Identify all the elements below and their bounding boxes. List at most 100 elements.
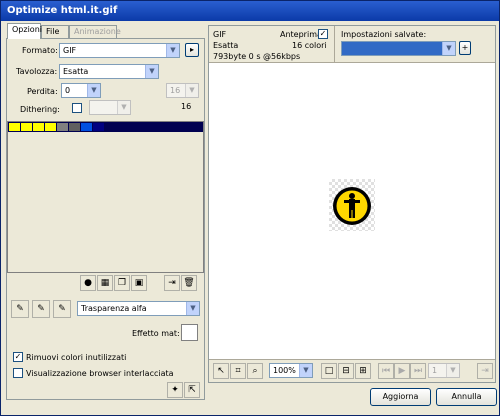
saved-settings-label: Impostazioni salvate: xyxy=(341,30,427,39)
palette-swatch[interactable] xyxy=(33,123,44,131)
divider xyxy=(334,26,335,62)
loss-label: Perdita: xyxy=(27,87,58,96)
transparency-value: Trasparenza alfa xyxy=(81,304,147,313)
zoom-tool[interactable]: ⌕ xyxy=(247,363,263,379)
palette-swatch[interactable] xyxy=(81,123,92,131)
format-label: Formato: xyxy=(22,46,58,55)
format-options-button[interactable]: ▸ xyxy=(185,43,199,57)
zoom-icon: ⌕ xyxy=(252,366,258,376)
preview-label: Anteprima xyxy=(280,30,322,39)
palette-swatch[interactable] xyxy=(69,123,80,131)
first-frame-button[interactable]: ⏮ xyxy=(378,363,394,379)
eyedropper-button[interactable]: ✎ xyxy=(11,300,29,318)
last-frame-icon: ⏭ xyxy=(413,366,423,376)
wand-icon: ✦ xyxy=(171,385,179,395)
chevron-down-icon: ▼ xyxy=(442,42,455,55)
divider xyxy=(209,62,495,63)
dithering-checkbox[interactable] xyxy=(72,103,82,113)
frame-value: 1 xyxy=(432,366,438,375)
remove-unused-checkbox[interactable]: ✓ xyxy=(13,352,23,362)
eyedropper-plus-icon: ✎ xyxy=(37,304,45,314)
view-split-button[interactable]: ⊟ xyxy=(338,363,354,379)
eyedropper-remove-button[interactable]: ✎ xyxy=(53,300,71,318)
plus-icon: + xyxy=(461,43,469,52)
palette-import-button[interactable]: ⇥ xyxy=(164,275,180,291)
colors-select[interactable]: 16 ▼ xyxy=(166,83,199,98)
tab-label: Animazione xyxy=(74,27,121,36)
crop-tool[interactable]: ⌗ xyxy=(230,363,246,379)
chevron-down-icon: ▼ xyxy=(186,302,199,315)
transparency-select[interactable]: Trasparenza alfa ▼ xyxy=(77,301,200,316)
loop-button[interactable]: ⇥ xyxy=(477,363,493,379)
update-button[interactable]: Aggiorna xyxy=(370,388,431,406)
interlaced-checkbox[interactable] xyxy=(13,368,23,378)
palette-delete-button[interactable]: 🗑 xyxy=(181,275,197,291)
cancel-label: Annulla xyxy=(451,392,482,401)
view-single-button[interactable]: □ xyxy=(321,363,337,379)
tab-opzioni[interactable]: Opzioni xyxy=(7,23,42,39)
interlaced-label: Visualizzazione browser interlacciata xyxy=(26,369,174,378)
first-frame-icon: ⏮ xyxy=(381,366,391,376)
zoom-select[interactable]: 100% ▼ xyxy=(269,363,313,378)
loss-select[interactable]: 0 ▼ xyxy=(61,83,101,98)
palette-label: Tavolozza: xyxy=(16,67,58,76)
copy-icon: ❐ xyxy=(117,278,127,288)
pointer-icon: ↖ xyxy=(217,366,225,376)
colors-count: 16 xyxy=(181,102,192,111)
palette-swatch[interactable] xyxy=(57,123,68,131)
palette-swatch[interactable] xyxy=(9,123,20,131)
preview-colors: 16 colori xyxy=(292,41,327,50)
update-label: Aggiorna xyxy=(382,392,419,401)
palette-grid-button[interactable]: ▦ xyxy=(97,275,113,291)
lock-icon: ▣ xyxy=(134,278,144,288)
palette-copy-button[interactable]: ❐ xyxy=(114,275,130,291)
add-setting-button[interactable]: + xyxy=(459,41,471,55)
wand-button[interactable]: ✦ xyxy=(167,382,183,398)
palette-circle-button[interactable]: ● xyxy=(80,275,96,291)
palette-select[interactable]: Esatta ▼ xyxy=(59,64,159,79)
palette-swatch[interactable] xyxy=(21,123,32,131)
pointer-tool[interactable]: ↖ xyxy=(213,363,229,379)
play-icon: ▶ xyxy=(398,366,406,376)
palette-swatch[interactable] xyxy=(45,123,56,131)
dithering-select[interactable]: ▼ xyxy=(89,100,131,115)
frame-select[interactable]: 1 ▼ xyxy=(428,363,460,378)
chevron-down-icon: ▼ xyxy=(446,364,459,377)
format-value: GIF xyxy=(63,46,77,55)
optimize-window: Optimize html.it.gif Opzioni File Animaz… xyxy=(0,0,500,416)
format-select[interactable]: GIF ▼ xyxy=(59,43,180,58)
chevron-down-icon: ▼ xyxy=(117,101,130,114)
tab-animazione[interactable]: Animazione xyxy=(69,25,121,39)
saved-settings-select[interactable]: ▼ xyxy=(341,41,456,56)
palette-swatch[interactable] xyxy=(93,123,104,131)
preview-checkbox[interactable]: ✓ xyxy=(318,29,328,39)
eyedropper-minus-icon: ✎ xyxy=(58,304,66,314)
play-button[interactable]: ▶ xyxy=(394,363,410,379)
cancel-button[interactable]: Annulla xyxy=(436,388,497,406)
eyedropper-icon: ✎ xyxy=(16,304,24,314)
chevron-down-icon: ▼ xyxy=(185,84,198,97)
circle-icon: ● xyxy=(84,278,92,288)
last-frame-button[interactable]: ⏭ xyxy=(410,363,426,379)
eyedropper-add-button[interactable]: ✎ xyxy=(32,300,50,318)
export-icon: ⇱ xyxy=(188,385,196,395)
palette-value: Esatta xyxy=(63,67,89,76)
import-icon: ⇥ xyxy=(168,278,176,288)
grid-icon: ▦ xyxy=(100,278,110,288)
palette-lock-button[interactable]: ▣ xyxy=(131,275,147,291)
crop-icon: ⌗ xyxy=(235,366,241,376)
export-wizard-button[interactable]: ⇱ xyxy=(184,382,200,398)
trash-icon: 🗑 xyxy=(183,278,195,288)
remove-unused-label: Rimuovi colori inutilizzati xyxy=(26,353,127,362)
chevron-down-icon: ▼ xyxy=(299,364,312,377)
chevron-down-icon: ▼ xyxy=(145,65,158,78)
logo-image xyxy=(333,187,371,225)
color-table xyxy=(7,121,204,273)
tab-file[interactable]: File xyxy=(41,25,69,39)
view-quad-button[interactable]: ⊞ xyxy=(355,363,371,379)
arrow-right-icon: ▸ xyxy=(189,45,194,54)
split-view-icon: ⊟ xyxy=(342,366,350,376)
matte-color-picker[interactable] xyxy=(181,324,198,341)
quad-view-icon: ⊞ xyxy=(359,366,367,376)
window-title: Optimize html.it.gif xyxy=(7,5,118,16)
